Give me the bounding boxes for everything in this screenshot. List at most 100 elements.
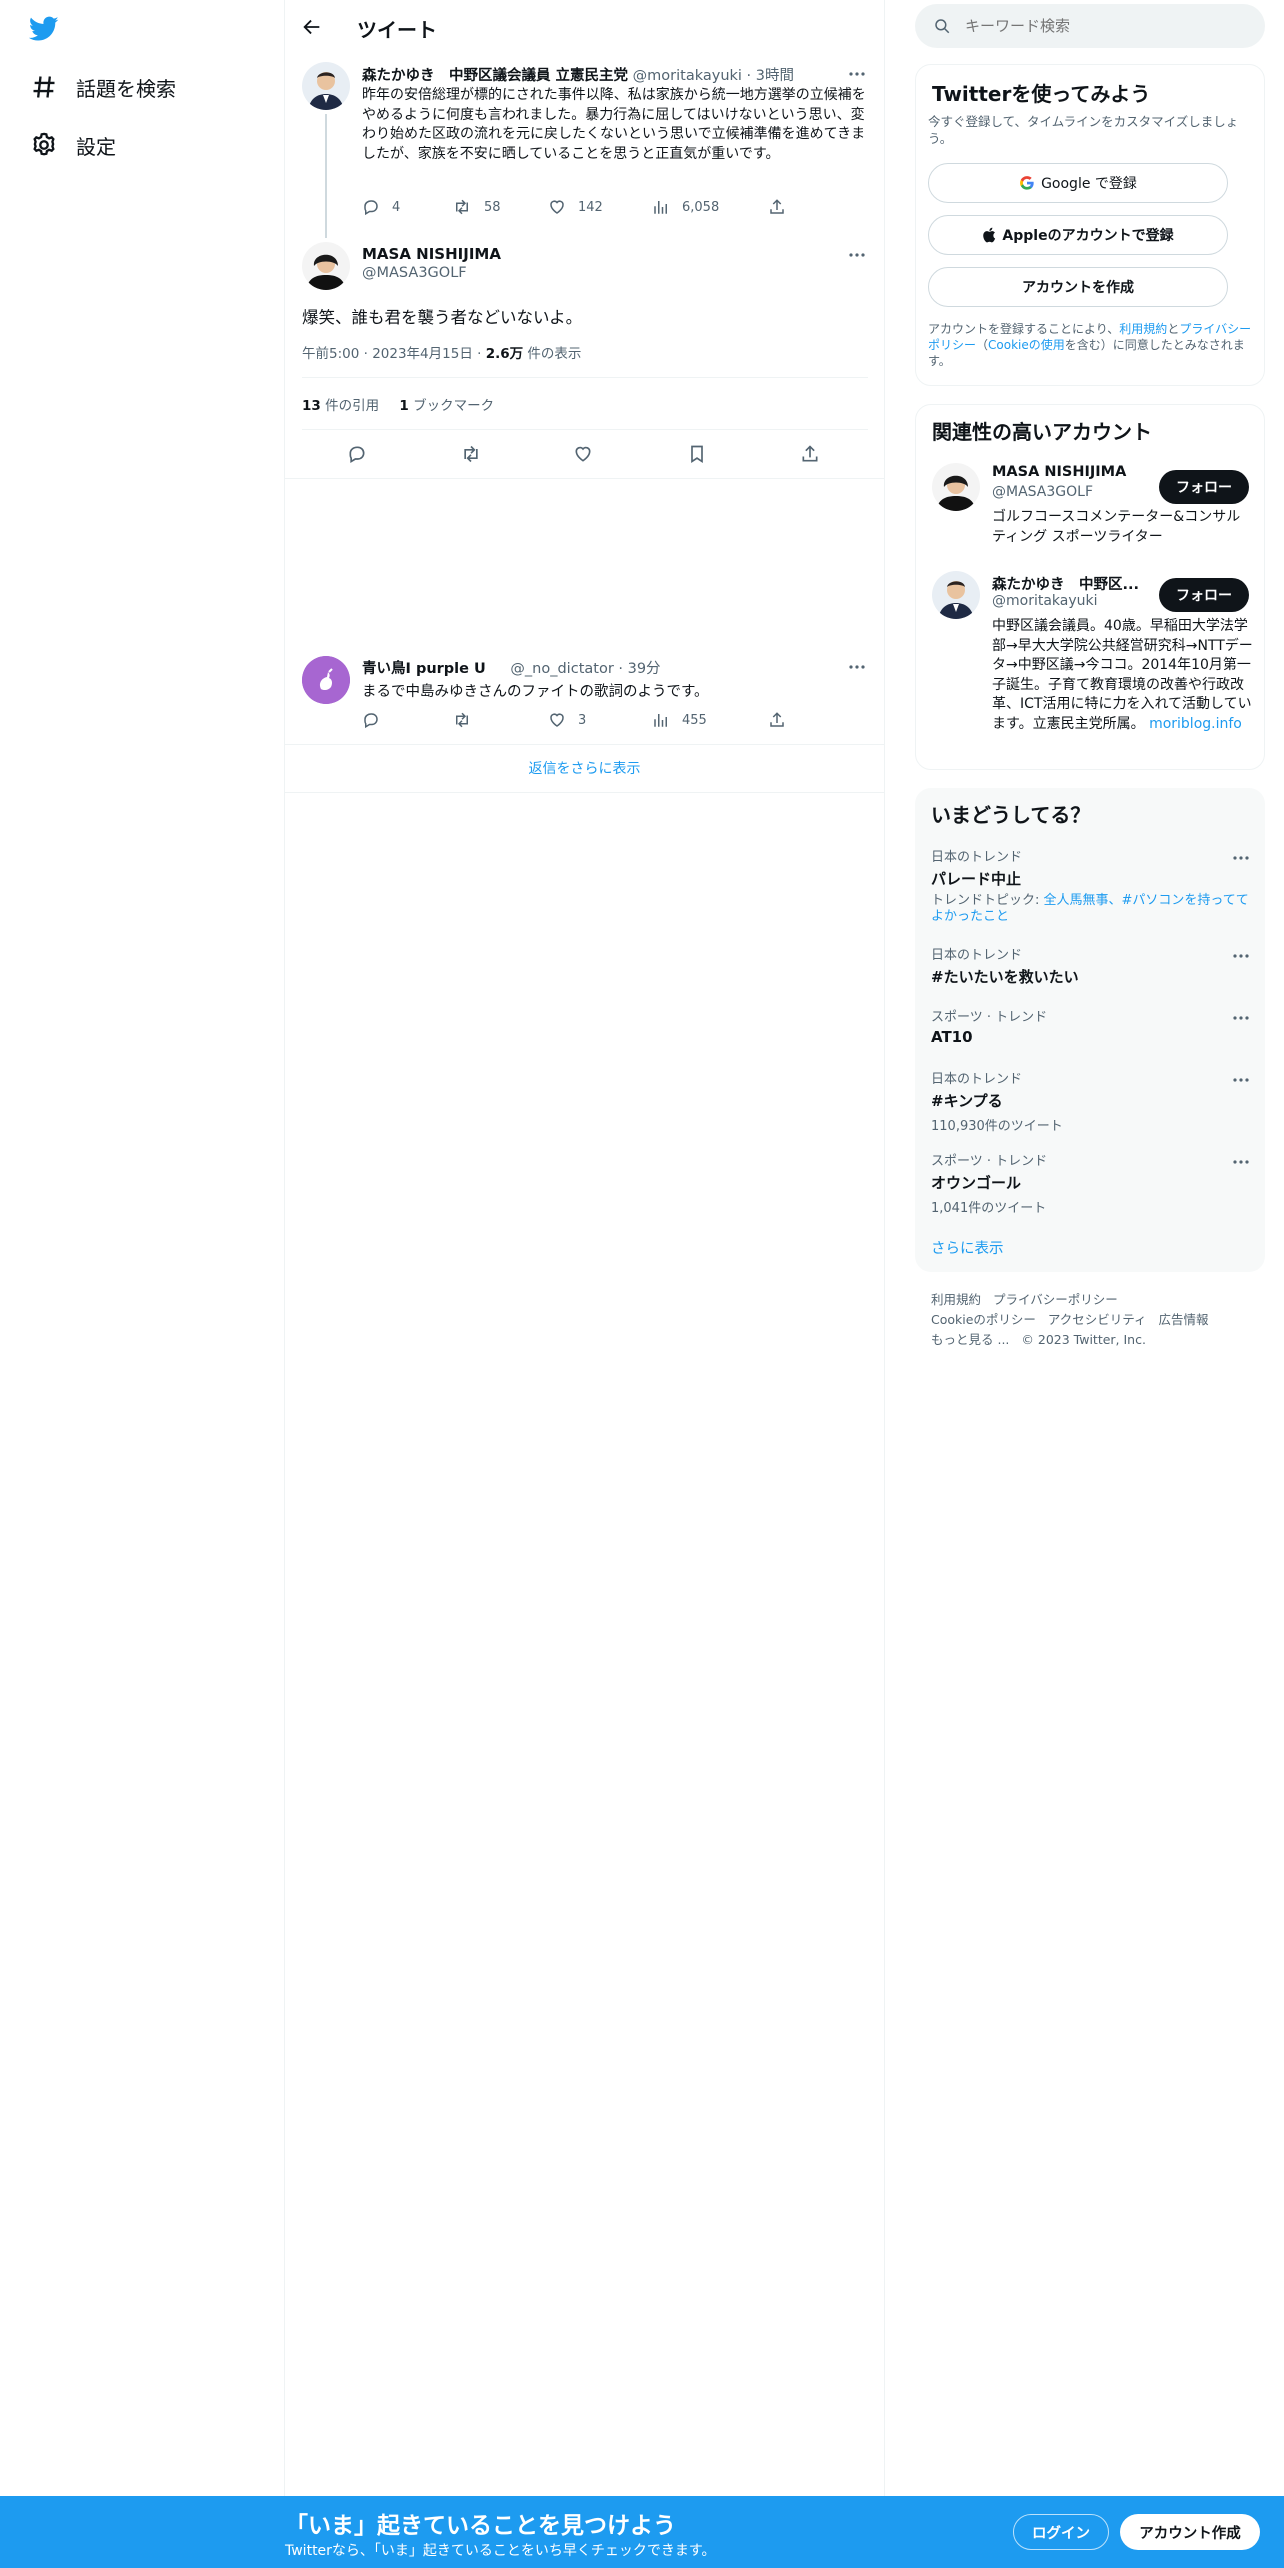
follow-button[interactable]: フォロー [1159,470,1249,504]
search-input[interactable] [965,14,1245,38]
more-icon[interactable] [847,657,867,677]
views-button[interactable]: 455 [652,711,707,729]
footer-links: 利用規約 プライバシーポリシー Cookieのポリシー アクセシビリティ 広告情… [931,1290,1261,1350]
account-website-link[interactable]: moriblog.info [1149,716,1242,732]
divider [302,377,868,378]
trends-title: いまどうしてる？ [931,803,1091,827]
retweet-button[interactable]: 58 [452,198,501,216]
author-handle[interactable]: @_no_dictator [510,661,613,677]
account-handle: @moritakayuki [992,593,1098,609]
apple-icon [983,227,996,243]
trend-item[interactable]: 日本のトレンド #キンプる 110,930件のツイート [931,1068,1251,1134]
page-header: ツイート [285,0,884,53]
footer-ads-link[interactable]: 広告情報 [1159,1312,1209,1327]
like-button[interactable] [573,444,593,464]
more-icon[interactable] [847,64,867,84]
divider [285,792,884,793]
views-count: 2.6万 [485,346,524,362]
share-button[interactable] [768,711,798,729]
like-button[interactable]: 3 [548,711,586,729]
footer-more-link[interactable]: もっと見る ... [931,1332,1009,1347]
follow-button[interactable]: フォロー [1159,578,1249,612]
apple-signup-button[interactable]: Appleのアカウントで登録 [928,215,1228,255]
author-handle[interactable]: @moritakayuki [633,68,742,84]
more-icon[interactable] [1231,848,1251,868]
search-box[interactable] [915,4,1265,48]
search-icon [933,17,951,35]
retweet-button[interactable] [452,711,484,729]
more-icon[interactable] [1231,1152,1251,1172]
nav-explore[interactable]: 話題を検索 [30,67,176,107]
bottom-signup-bar: 「いま」起きていることを見つけよう Twitterなら、「いま」起きていることを… [0,2496,1284,2568]
avatar[interactable] [302,242,350,290]
signup-legal: アカウントを登録することにより、利用規約とプライバシーポリシー（Cookieの使… [928,322,1252,368]
author-name[interactable]: MASA NISHIJIMA [362,245,501,263]
more-icon[interactable] [1231,946,1251,966]
trends-show-more-link[interactable]: さらに表示 [931,1237,1004,1258]
show-more-replies-link[interactable]: 返信をさらに表示 [285,758,884,778]
trend-category: スポーツ · トレンド [931,1154,1048,1169]
google-signup-button[interactable]: Google で登録 [928,163,1228,203]
avatar[interactable] [932,463,980,511]
trend-name: パレード中止 [931,870,1022,888]
trend-item[interactable]: 日本のトレンド パレード中止 トレンドトピック: 全人馬無事、#パソコンを持って… [931,846,1251,925]
reply-button[interactable] [347,444,367,464]
trend-tweet-count: 110,930件のツイート [931,1119,1063,1134]
like-count: 3 [578,712,587,728]
tweet-time[interactable]: 39分 [628,661,661,677]
trend-item[interactable]: スポーツ · トレンド オウンゴール 1,041件のツイート [931,1150,1251,1216]
avatar[interactable] [302,62,350,110]
bottom-bar-title: 「いま」起きていることを見つけよう [285,2513,676,2539]
heart-icon [550,713,564,727]
twitter-logo-icon[interactable] [29,16,59,42]
more-icon[interactable] [1231,1008,1251,1028]
retweet-button[interactable] [460,444,482,464]
page-title: ツイート [357,18,437,42]
back-arrow-icon[interactable] [301,16,323,38]
related-title: 関連性の高いアカウント [932,420,1152,444]
signup-subtitle: 今すぐ登録して、タイムラインをカスタマイズしましょう。 [928,114,1239,146]
cookie-link[interactable]: Cookieの使用 [988,338,1065,352]
tweet-time[interactable]: 午前5:00 [302,346,359,362]
footer-privacy-link[interactable]: プライバシーポリシー [993,1292,1118,1307]
reply-button[interactable] [362,711,392,729]
like-button[interactable]: 142 [548,198,603,216]
share-button[interactable] [800,444,820,464]
trend-name: AT10 [931,1028,973,1046]
login-button[interactable]: ログイン [1013,2514,1109,2550]
reply-count: 4 [392,199,401,215]
author-handle[interactable]: @MASA3GOLF [362,265,467,281]
views-label: 件の表示 [527,346,582,362]
avatar[interactable] [932,571,980,619]
share-button[interactable] [768,198,798,216]
trend-item[interactable]: スポーツ · トレンド AT10 [931,1006,1251,1046]
terms-link[interactable]: 利用規約 [1119,322,1167,336]
author-name[interactable]: 森たかゆき 中野区議会議員 立憲民主党 [362,68,628,84]
bookmark-button[interactable] [687,444,707,464]
footer-accessibility-link[interactable]: アクセシビリティ [1048,1312,1147,1327]
nav-settings[interactable]: 設定 [30,125,116,165]
reply-icon [364,200,378,216]
view-count: 6,058 [682,199,720,215]
google-icon [1020,176,1034,190]
left-nav: 話題を検索 設定 [0,0,285,2496]
create-account-button[interactable]: アカウントを作成 [928,267,1228,307]
trend-item[interactable]: 日本のトレンド #たいたいを救いたい [931,944,1251,987]
signup-button[interactable]: アカウント作成 [1120,2514,1260,2550]
reply-icon [349,446,365,463]
quotes-link[interactable]: 13 件の引用 [302,398,379,414]
reply-button[interactable]: 4 [362,198,400,216]
author-name[interactable]: 青い鳥I purple U [362,661,486,677]
footer-terms-link[interactable]: 利用規約 [931,1292,981,1307]
more-icon[interactable] [847,245,867,265]
views-button[interactable]: 6,058 [652,198,719,216]
analytics-icon [654,201,667,214]
avatar[interactable] [302,656,350,704]
related-accounts-card: 関連性の高いアカウント MASA NISHIJIMA @MASA3GOLF フォ… [915,404,1265,770]
retweet-icon [464,445,478,463]
footer-cookie-link[interactable]: Cookieのポリシー [931,1312,1036,1327]
apple-signup-label: Appleのアカウントで登録 [1002,228,1174,244]
more-icon[interactable] [1231,1070,1251,1090]
tweet-time[interactable]: 3時間 [756,68,794,84]
tweet-date[interactable]: 2023年4月15日 [372,346,473,362]
